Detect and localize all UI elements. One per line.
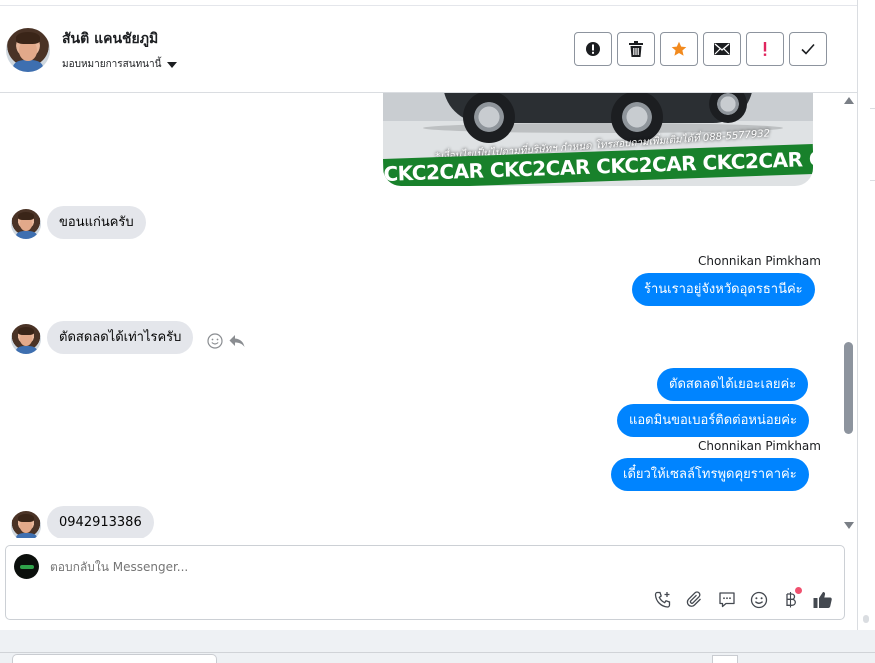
reply-icon[interactable] xyxy=(229,334,245,348)
contact-avatar xyxy=(11,209,41,239)
assign-label: มอบหมายการสนทนานี้ xyxy=(62,59,162,70)
right-side-strip xyxy=(857,0,875,663)
phone-plus-icon xyxy=(654,591,671,608)
contact-name[interactable]: สันติ แคนชัยภูมิ xyxy=(62,28,158,50)
strip-marker xyxy=(863,615,869,623)
attach-button[interactable] xyxy=(684,589,706,611)
car-wheel xyxy=(463,93,515,143)
mark-done-button[interactable] xyxy=(789,32,827,66)
follow-up-button[interactable] xyxy=(746,32,784,66)
envelope-icon xyxy=(714,43,730,55)
incoming-message[interactable]: ตัดสดลดได้เท่าไรครับ xyxy=(47,321,194,354)
thread-scrollbar[interactable] xyxy=(841,93,857,538)
call-button[interactable] xyxy=(652,589,674,611)
contact-avatar[interactable] xyxy=(6,28,50,72)
caret-down-icon xyxy=(167,61,178,68)
message-thread[interactable]: *เงื่อนไขเป็นไปตามที่บริษัทฯ กำหนด โทรสอ… xyxy=(0,93,857,538)
like-button[interactable] xyxy=(812,589,834,611)
contact-avatar xyxy=(11,511,41,538)
paperclip-icon xyxy=(686,591,701,607)
bottom-tab[interactable] xyxy=(12,654,217,663)
sender-name: Chonnikan Pimkham xyxy=(698,254,821,268)
alert-circle-icon xyxy=(586,42,600,56)
message-hover-actions xyxy=(207,333,245,349)
page-avatar xyxy=(14,554,39,579)
strip-line xyxy=(870,180,875,181)
delete-button[interactable] xyxy=(617,32,655,66)
smiley-icon xyxy=(750,591,768,609)
outgoing-message[interactable]: แอดมินขอเบอร์ติดต่อหน่อยค่ะ xyxy=(617,404,809,437)
bottom-taskbar xyxy=(0,630,875,663)
sender-name: Chonnikan Pimkham xyxy=(698,439,821,453)
chat-bubble-icon xyxy=(719,592,735,608)
scroll-thumb[interactable] xyxy=(844,342,853,434)
outgoing-message[interactable]: ร้านเราอยู่จังหวัดอุดรธานีค่ะ xyxy=(632,273,815,306)
conversation-actions xyxy=(574,32,827,66)
contact-avatar xyxy=(11,324,41,354)
scroll-up-arrow-icon[interactable] xyxy=(844,97,854,104)
star-button[interactable] xyxy=(660,32,698,66)
saved-replies-button[interactable] xyxy=(716,589,738,611)
thumbs-up-icon xyxy=(813,592,832,608)
composer-tools xyxy=(652,587,834,611)
payment-button[interactable] xyxy=(780,587,802,611)
reply-input[interactable] xyxy=(50,560,650,574)
report-spam-button[interactable] xyxy=(574,32,612,66)
outgoing-message[interactable]: เดี๋ยวให้เซลล์โทรพูดคุยราคาค่ะ xyxy=(611,458,809,491)
exclamation-icon xyxy=(763,42,767,56)
strip-line xyxy=(870,108,875,109)
incoming-message[interactable]: 0942913386 xyxy=(47,506,154,538)
check-icon xyxy=(801,43,815,55)
attachment-image[interactable]: *เงื่อนไขเป็นไปตามที่บริษัทฯ กำหนด โทรสอ… xyxy=(383,93,813,186)
incoming-message[interactable]: ขอนแก่นครับ xyxy=(47,206,146,239)
outgoing-message[interactable]: ตัดสดลดได้เยอะเลยค่ะ xyxy=(657,368,809,401)
star-icon xyxy=(671,41,687,56)
bottom-divider xyxy=(0,652,875,653)
mark-unread-button[interactable] xyxy=(703,32,741,66)
reply-composer xyxy=(5,545,845,620)
trash-icon xyxy=(629,41,643,57)
scroll-down-arrow-icon[interactable] xyxy=(844,522,854,529)
baht-icon xyxy=(786,592,796,608)
conversation-header: สันติ แคนชัยภูมิ มอบหมายการสนทนานี้ xyxy=(0,6,857,93)
assign-conversation-dropdown[interactable]: มอบหมายการสนทนานี้ xyxy=(62,57,178,72)
notification-dot xyxy=(795,587,802,594)
emoji-button[interactable] xyxy=(748,589,770,611)
react-smiley-icon[interactable] xyxy=(207,333,223,349)
bottom-tab[interactable] xyxy=(712,655,738,663)
